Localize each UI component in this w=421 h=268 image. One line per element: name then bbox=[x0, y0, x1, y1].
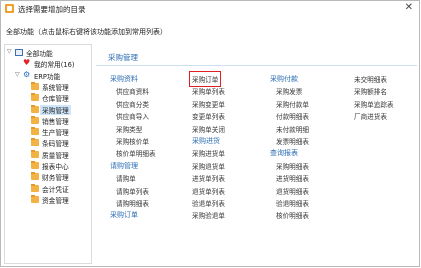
dialog-window: 选择需要增加的目录 ✕ 全部功能（点击鼠标右键将该功能添加到常用列表） ▽ 全部功… bbox=[0, 0, 420, 267]
folder-icon bbox=[31, 194, 39, 203]
group-heading: 采购付款 bbox=[270, 75, 298, 83]
tree-node-label: 系统管理 bbox=[42, 83, 69, 92]
tree-node-label: 条码管理 bbox=[42, 140, 69, 149]
group-heading: 查询报表 bbox=[270, 149, 298, 158]
menu-entry[interactable]: 采购单关闭 bbox=[192, 124, 225, 134]
folder-icon bbox=[31, 161, 39, 169]
tree-node-label: 质量管理 bbox=[42, 151, 69, 160]
group-heading: 采购订单 bbox=[110, 211, 138, 220]
menu-entry[interactable]: 采购单追踪表 bbox=[354, 99, 394, 109]
menu-entry[interactable]: 验退单列表 bbox=[192, 198, 225, 208]
tree-node-label: 销售管理 bbox=[42, 117, 69, 126]
menu-entry[interactable]: 采购验退单 bbox=[192, 210, 225, 220]
tree-node-label: 资金管理 bbox=[42, 196, 69, 205]
menu-entry[interactable]: 变更单列表 bbox=[192, 111, 225, 121]
menu-entry[interactable]: 退货明细表 bbox=[276, 186, 309, 196]
menu-entry[interactable]: 采购单列表 bbox=[192, 86, 225, 96]
menu-entry[interactable]: 核价单明细表 bbox=[116, 148, 156, 158]
menu-entry[interactable]: 采购类型 bbox=[116, 124, 142, 134]
folder-icon bbox=[31, 104, 39, 113]
menu-entry[interactable]: 采购发票 bbox=[276, 86, 302, 96]
menu-panel: 采购管理 采购资料 供应商资料 供应商分类 供应商导入 采购类型 采购核价单 核价单明细表请… bbox=[96, 44, 417, 262]
tree-node-label: 会计凭证 bbox=[42, 185, 69, 194]
tree-node-label: 生产管理 bbox=[42, 129, 69, 138]
folder-icon bbox=[31, 172, 39, 181]
menu-entry[interactable]: 采购额排名 bbox=[354, 86, 387, 96]
monitor-icon bbox=[15, 49, 23, 56]
menu-entry[interactable]: 采购明细表 bbox=[276, 161, 309, 171]
close-icon[interactable]: ✕ bbox=[405, 2, 413, 13]
group-heading: 采购资料 bbox=[110, 75, 138, 83]
expand-arrow-icon[interactable]: ▽ bbox=[7, 48, 13, 55]
menu-entry[interactable]: 厂商进货表 bbox=[354, 111, 387, 121]
function-tree[interactable]: ▽ 全部功能 ♥ 我的常用(16) ▽ ⚙ ERP功能 系统管理 仓库管理 采购管理 销售管理 生产管… bbox=[4, 44, 92, 264]
menu-entry[interactable]: 进货单列表 bbox=[192, 173, 225, 183]
app-icon bbox=[5, 4, 14, 13]
folder-icon bbox=[31, 127, 39, 136]
menu-entry[interactable]: 采购付款单 bbox=[276, 99, 309, 109]
menu-entry[interactable]: 发票明细表 bbox=[276, 136, 309, 146]
group-heading: 请购管理 bbox=[110, 161, 138, 170]
panel-title: 采购管理 bbox=[108, 53, 138, 62]
tree-node-label: 全部功能 bbox=[26, 50, 53, 58]
folder-icon bbox=[31, 81, 39, 90]
menu-entry[interactable]: 采购核价单 bbox=[116, 136, 149, 146]
menu-entry[interactable]: 核价明细表 bbox=[276, 210, 309, 220]
tree-node-label: 财务管理 bbox=[42, 174, 69, 183]
expand-arrow-icon[interactable]: ▽ bbox=[15, 71, 21, 78]
group-heading: 采购进货 bbox=[192, 137, 220, 145]
tree-node-label: 仓库管理 bbox=[42, 95, 69, 104]
folder-icon bbox=[31, 115, 39, 124]
menu-entry[interactable]: 供应商分类 bbox=[116, 99, 149, 109]
menu-entry[interactable]: 退货单列表 bbox=[192, 186, 225, 196]
menu-entry[interactable]: 采购订单 bbox=[188, 71, 222, 87]
tree-node-label: 我的常用(16) bbox=[34, 61, 75, 70]
folder-icon bbox=[31, 138, 39, 147]
favorites-icon: ♥ bbox=[23, 58, 31, 68]
menu-entry[interactable]: 采购变更单 bbox=[192, 99, 225, 109]
window-title: 选择需要增加的目录 bbox=[18, 5, 86, 14]
menu-entry[interactable]: 未交明细表 bbox=[354, 74, 387, 84]
tree-node-label: ERP功能 bbox=[34, 72, 61, 81]
erp-icon: ⚙ bbox=[23, 69, 31, 79]
menu-entry[interactable]: 供应商导入 bbox=[116, 111, 149, 121]
menu-entry[interactable]: 供应商资料 bbox=[116, 86, 149, 96]
folder-icon bbox=[31, 183, 39, 192]
menu-entry[interactable]: 请购单列表 bbox=[116, 186, 149, 196]
menu-entry[interactable]: 进货明细表 bbox=[276, 173, 309, 183]
menu-entry[interactable]: 请购单 bbox=[116, 173, 136, 183]
title-bar: 选择需要增加的目录 ✕ bbox=[1, 1, 419, 17]
menu-entry[interactable]: 采购进货单 bbox=[192, 148, 225, 158]
folder-icon bbox=[31, 149, 39, 158]
instruction-text: 全部功能（点击鼠标右键将该功能添加到常用列表） bbox=[6, 28, 167, 36]
tree-node-label: 报表中心 bbox=[42, 163, 69, 171]
menu-entry[interactable]: 验退明细表 bbox=[276, 198, 309, 208]
title-divider bbox=[96, 65, 417, 66]
menu-entry[interactable]: 付款明细表 bbox=[276, 111, 309, 121]
menu-entry[interactable]: 未付款明细 bbox=[276, 124, 309, 134]
menu-entry[interactable]: 采购退货单 bbox=[192, 161, 225, 171]
tree-node-label: 采购管理 bbox=[40, 104, 71, 115]
menu-entry[interactable]: 请购明细表 bbox=[116, 198, 149, 208]
folder-icon bbox=[31, 93, 39, 102]
